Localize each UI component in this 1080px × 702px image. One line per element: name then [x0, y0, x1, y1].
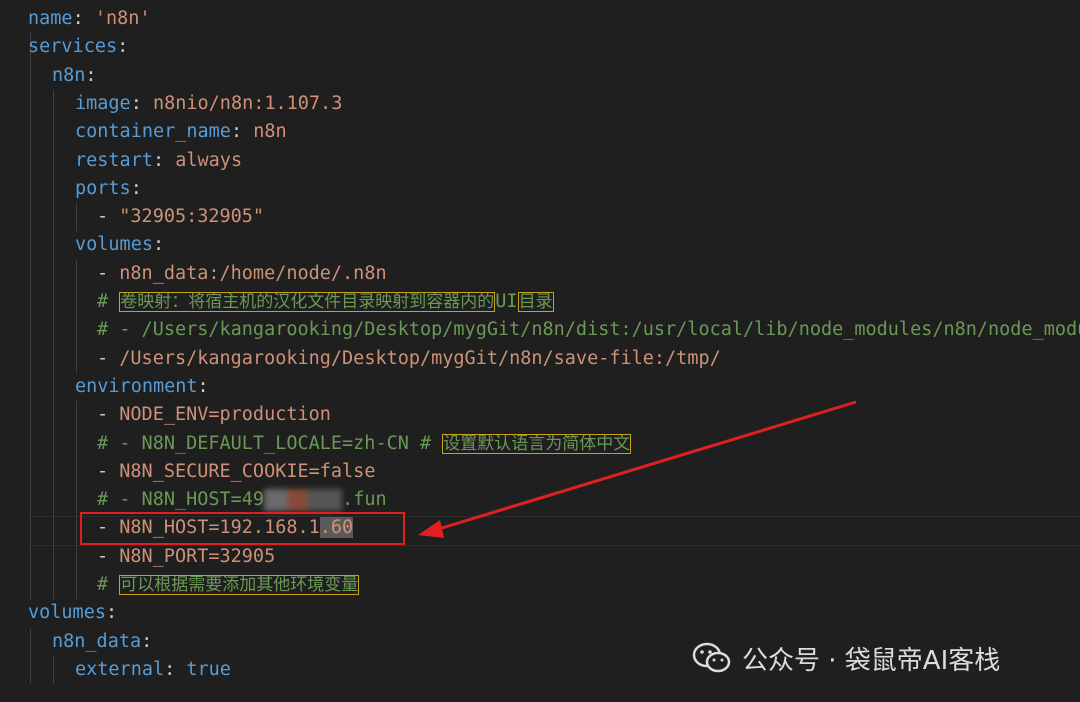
watermark-text: 公众号 · 袋鼠帝AI客栈	[742, 645, 1001, 676]
watermark: 公众号 · 袋鼠帝AI客栈	[692, 638, 1000, 678]
code-editor[interactable]: name: 'n8n' services: n8n: image: n8nio/n8n…	[0, 0, 1080, 702]
wechat-icon	[692, 642, 731, 673]
annotation-arrow	[418, 400, 857, 538]
